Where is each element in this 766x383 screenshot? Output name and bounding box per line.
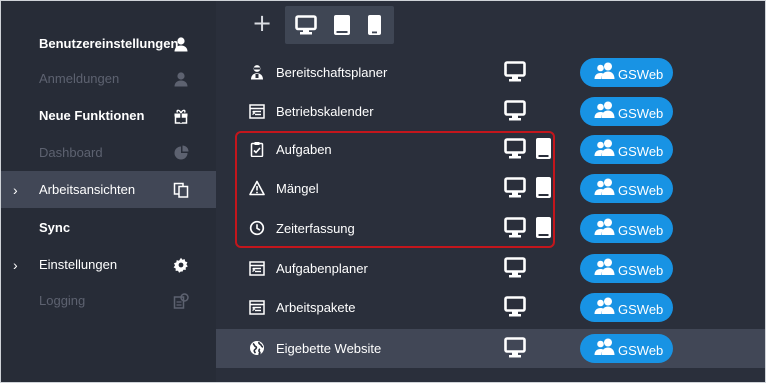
sidebar-item-label: Benutzereinstellungen: [39, 36, 179, 51]
sidebar-item-label: Anmeldungen: [39, 71, 120, 86]
gsweb-badge-label: GSWeb: [618, 183, 664, 198]
sidebar-item-logging: Logging: [1, 282, 216, 319]
gsweb-badge-label: GSWeb: [618, 263, 664, 278]
user-icon: [173, 36, 189, 52]
desktop-icon[interactable]: [504, 61, 526, 87]
user-icon: [173, 71, 189, 87]
view-row[interactable]: Aufgabenplaner GSWeb: [216, 249, 765, 288]
users-icon: [594, 338, 616, 359]
desktop-icon[interactable]: [504, 337, 526, 363]
gsweb-badge[interactable]: GSWeb: [580, 97, 673, 126]
gsweb-badge[interactable]: GSWeb: [580, 214, 673, 243]
device-filter-group: [285, 6, 394, 44]
sidebar-item-label: Dashboard: [39, 145, 103, 160]
sidebar-item-anmeldungen: Anmeldungen: [1, 60, 216, 97]
phone-icon[interactable]: [368, 15, 381, 40]
log-icon: [173, 293, 189, 309]
sidebar-item-label: Neue Funktionen: [39, 108, 145, 123]
pie-chart-icon: [173, 145, 189, 161]
view-label: Eigebette Website: [276, 341, 382, 356]
gsweb-badge-label: GSWeb: [618, 343, 664, 358]
desktop-icon[interactable]: [504, 217, 526, 243]
users-icon: [594, 218, 616, 239]
view-label: Aufgabenplaner: [276, 261, 368, 276]
sidebar-item-dashboard: Dashboard: [1, 134, 216, 171]
app-window: Benutzereinstellungen Anmeldungen Neue F…: [0, 0, 766, 383]
desktop-icon[interactable]: [504, 177, 526, 203]
person-icon: [249, 64, 265, 80]
view-label: Betriebskalender: [276, 104, 374, 119]
view-row[interactable]: Aufgaben GSWeb: [216, 130, 765, 169]
sidebar-item-neue-funktionen[interactable]: Neue Funktionen: [1, 97, 216, 134]
view-label: Aufgaben: [276, 142, 332, 157]
chevron-right-icon: ›: [13, 181, 18, 198]
calendar-list-icon: [249, 299, 265, 315]
sidebar-item-sync[interactable]: Sync: [1, 209, 216, 246]
gsweb-badge[interactable]: GSWeb: [580, 174, 673, 203]
gsweb-badge[interactable]: GSWeb: [580, 135, 673, 164]
view-row[interactable]: Bereitschaftsplaner GSWeb: [216, 53, 765, 92]
view-label: Zeiterfassung: [276, 221, 355, 236]
gsweb-badge[interactable]: GSWeb: [580, 293, 673, 322]
view-label: Arbeitspakete: [276, 300, 356, 315]
users-icon: [594, 101, 616, 122]
add-view-button[interactable]: +: [251, 9, 273, 37]
gsweb-badge[interactable]: GSWeb: [580, 254, 673, 283]
clock-icon: [249, 220, 265, 236]
sidebar-item-benutzereinstellungen[interactable]: Benutzereinstellungen: [1, 25, 216, 62]
clipboard-check-icon: [249, 141, 265, 157]
desktop-icon[interactable]: [295, 15, 317, 40]
users-icon: [594, 178, 616, 199]
sidebar-item-arbeitsansichten[interactable]: › Arbeitsansichten: [1, 171, 216, 208]
gsweb-badge-label: GSWeb: [618, 67, 664, 82]
gsweb-badge-label: GSWeb: [618, 144, 664, 159]
view-row[interactable]: Zeiterfassung GSWeb: [216, 209, 765, 248]
tablet-icon[interactable]: [334, 15, 350, 40]
desktop-icon[interactable]: [504, 257, 526, 283]
desktop-icon[interactable]: [504, 138, 526, 164]
users-icon: [594, 62, 616, 83]
view-row[interactable]: Eigebette Website GSWeb: [216, 329, 765, 368]
view-label: Mängel: [276, 181, 319, 196]
gsweb-badge-label: GSWeb: [618, 106, 664, 121]
tablet-icon[interactable]: [536, 217, 551, 243]
view-row[interactable]: Arbeitspakete GSWeb: [216, 288, 765, 327]
calendar-list-icon: [249, 260, 265, 276]
toolbar: +: [216, 1, 765, 53]
view-row[interactable]: Betriebskalender GSWeb: [216, 92, 765, 131]
calendar-list-icon: [249, 103, 265, 119]
gear-icon: [173, 257, 189, 273]
desktop-icon[interactable]: [504, 100, 526, 126]
gsweb-badge[interactable]: GSWeb: [580, 334, 673, 363]
view-row[interactable]: Mängel GSWeb: [216, 169, 765, 208]
users-icon: [594, 258, 616, 279]
sidebar-item-label: Sync: [39, 220, 71, 235]
sidebar: Benutzereinstellungen Anmeldungen Neue F…: [1, 1, 216, 382]
warning-icon: [249, 180, 265, 196]
copy-icon: [173, 182, 189, 198]
users-icon: [594, 297, 616, 318]
view-label: Bereitschaftsplaner: [276, 65, 388, 80]
users-icon: [594, 139, 616, 160]
tablet-icon[interactable]: [536, 177, 551, 203]
desktop-icon[interactable]: [504, 296, 526, 322]
gsweb-badge-label: GSWeb: [618, 302, 664, 317]
tablet-icon[interactable]: [536, 138, 551, 164]
gift-icon: [173, 108, 189, 124]
gsweb-badge[interactable]: GSWeb: [580, 58, 673, 87]
sidebar-item-einstellungen[interactable]: › Einstellungen: [1, 246, 216, 283]
gsweb-badge-label: GSWeb: [618, 223, 664, 238]
sidebar-item-label: Logging: [39, 293, 86, 308]
sidebar-item-label: Einstellungen: [39, 257, 118, 272]
sidebar-item-label: Arbeitsansichten: [39, 182, 136, 197]
chevron-right-icon: ›: [13, 256, 18, 273]
globe-icon: [249, 340, 265, 356]
